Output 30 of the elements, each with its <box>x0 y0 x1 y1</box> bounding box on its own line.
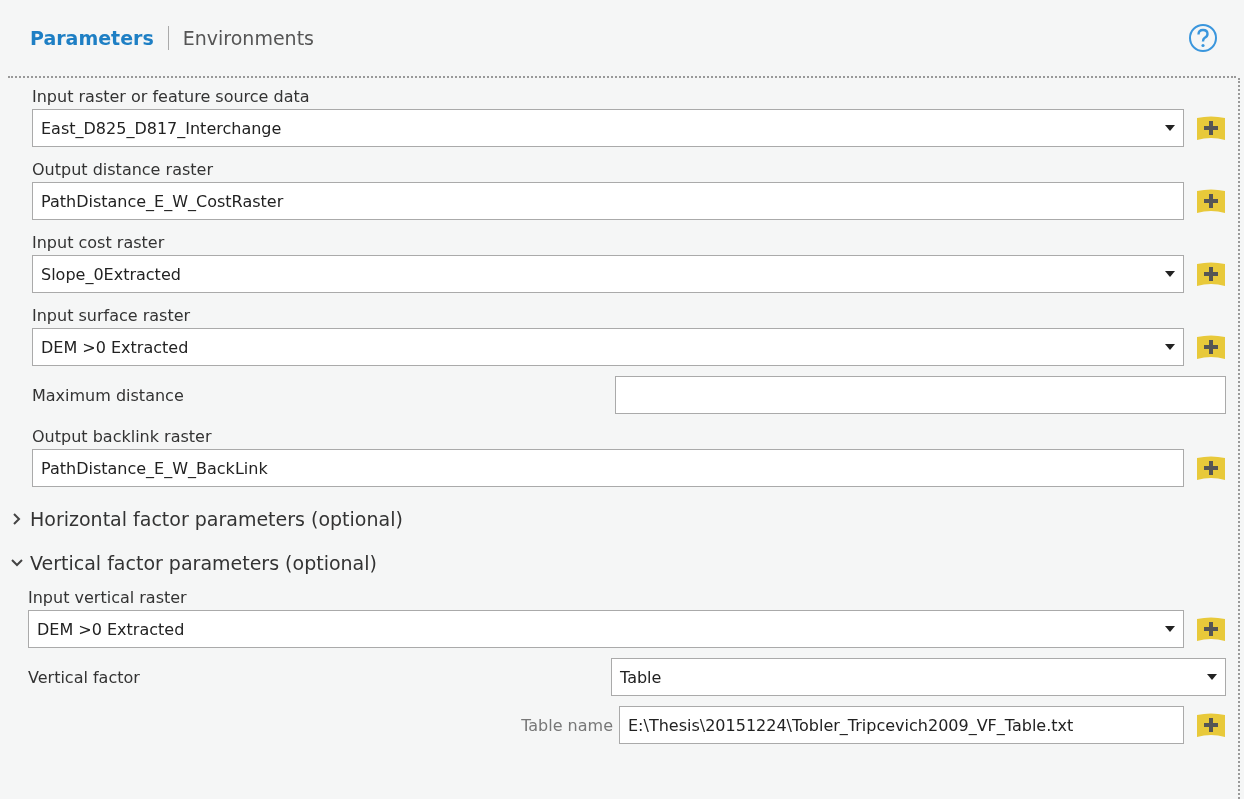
add-folder-icon[interactable] <box>1196 260 1226 288</box>
dropdown-field[interactable]: East_D825_D817_Interchange <box>32 109 1184 147</box>
add-folder-icon[interactable] <box>1196 454 1226 482</box>
field-label: Table name <box>520 714 613 737</box>
field-label: Input cost raster <box>32 232 166 254</box>
input-field[interactable] <box>615 376 1226 414</box>
field-label: Output backlink raster <box>32 426 213 448</box>
tab[interactable]: Environments <box>180 27 316 49</box>
dropdown-field[interactable]: DEM >0 Extracted <box>32 328 1184 366</box>
add-folder-icon[interactable] <box>1196 615 1226 643</box>
field-label: Maximum distance <box>32 384 185 407</box>
add-folder-icon[interactable] <box>1196 711 1226 739</box>
field-label: Input vertical raster <box>28 587 188 609</box>
add-folder-icon[interactable] <box>1196 114 1226 142</box>
help-icon[interactable] <box>1188 23 1218 53</box>
dropdown-field[interactable]: Table <box>611 658 1226 696</box>
section-header[interactable]: Vertical factor parameters (optional) <box>30 552 377 574</box>
field-label: Input raster or feature source data <box>32 86 311 108</box>
input-field[interactable]: PathDistance_E_W_BackLink <box>32 449 1184 487</box>
section-header[interactable]: Horizontal factor parameters (optional) <box>30 508 403 530</box>
field-label: Vertical factor <box>28 666 141 689</box>
add-folder-icon[interactable] <box>1196 333 1226 361</box>
add-folder-icon[interactable] <box>1196 187 1226 215</box>
dropdown-field[interactable]: DEM >0 Extracted <box>28 610 1184 648</box>
input-field[interactable]: PathDistance_E_W_CostRaster <box>32 182 1184 220</box>
tab[interactable]: Parameters <box>28 27 156 49</box>
field-label: Input surface raster <box>32 305 192 327</box>
input-field[interactable]: E:\Thesis\20151224\Tobler_Tripcevich2009_VF_Table.txt <box>619 706 1184 744</box>
dropdown-field[interactable]: Slope_0Extracted <box>32 255 1184 293</box>
field-label: Output distance raster <box>32 159 214 181</box>
